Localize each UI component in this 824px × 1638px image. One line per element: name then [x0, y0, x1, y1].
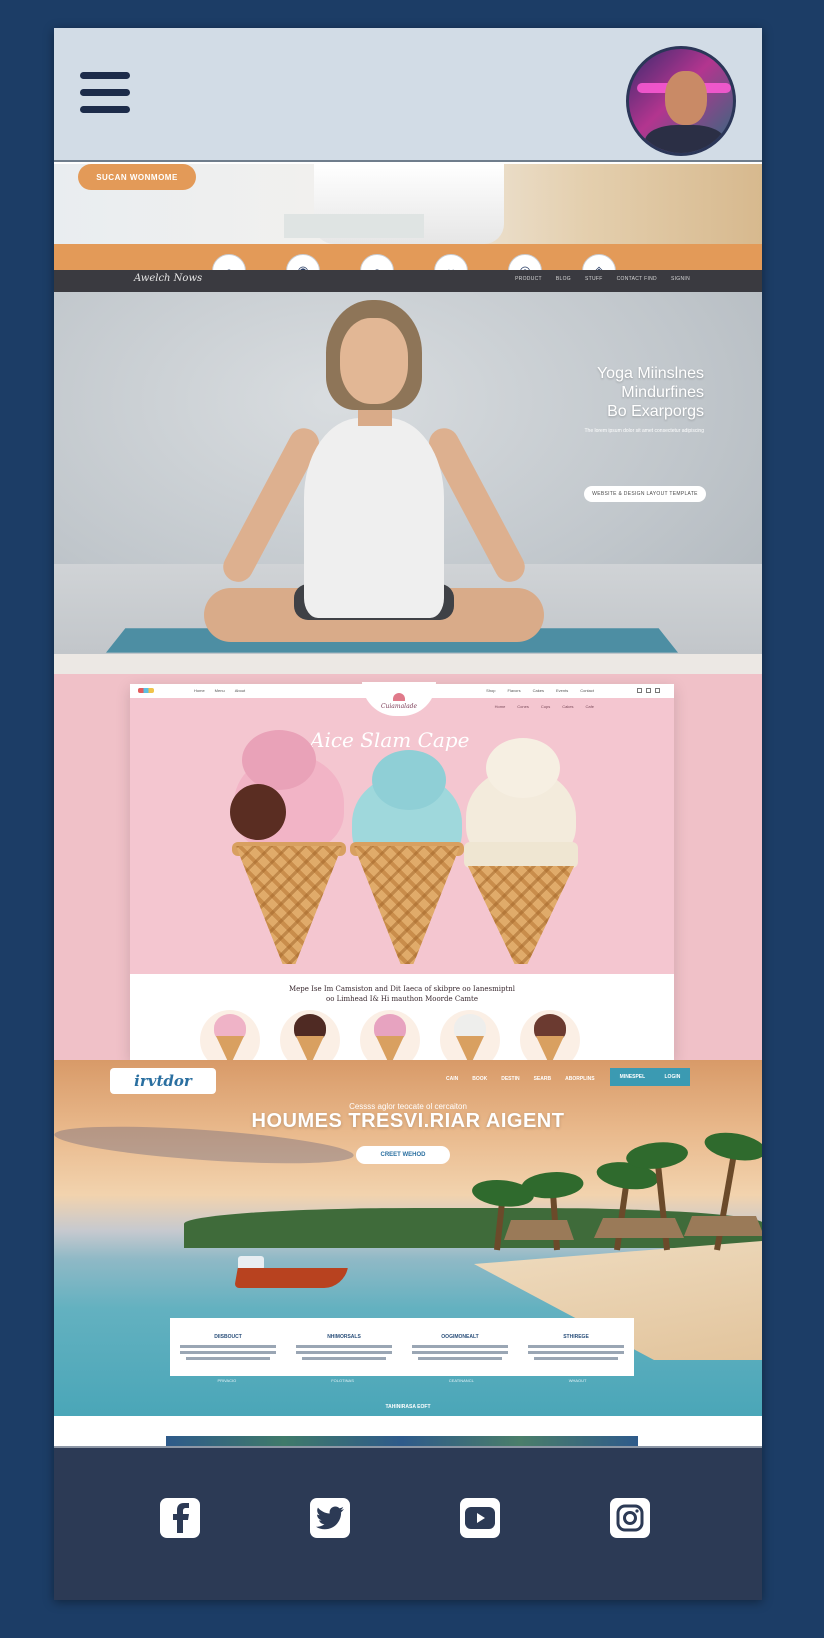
icecream-nav-link[interactable]: Cakes: [533, 688, 544, 693]
section-gap: [54, 1416, 762, 1438]
icecream-page-preview: Home Menu About Shop Flavors Cakes Event…: [130, 682, 674, 1070]
vet-hero-strip: SUCAN WONMOME: [54, 164, 762, 244]
search-icon[interactable]: [637, 688, 642, 693]
site-footer: [54, 1446, 762, 1600]
travel-feature-cards: DIISBOUCT NHIMORSALS OOGIMONEALT STHIREG…: [170, 1318, 634, 1376]
icecream-section: Home Menu About Shop Flavors Cakes Event…: [54, 674, 762, 1070]
icecream-description: Mepe Ise Im Camsiston and Dit Iaeca of s…: [288, 985, 516, 1003]
travel-cta-box[interactable]: MINESPEL LOGIN: [610, 1068, 690, 1086]
feature-card-title: DIISBOUCT: [214, 1334, 242, 1340]
page-frame: SUCAN WONMOME ● ◉ ○ ∞ ◎ ◈ Awelch Nows PR…: [54, 28, 762, 1600]
travel-nav-link[interactable]: CAIN: [446, 1076, 458, 1082]
feature-card-title: OOGIMONEALT: [441, 1334, 479, 1340]
travel-cta-label[interactable]: LOGIN: [665, 1074, 681, 1080]
vet-cta-button[interactable]: SUCAN WONMOME: [78, 164, 196, 190]
travel-footer-text: TAHINIRASA EOFT: [385, 1404, 431, 1410]
travel-logo[interactable]: irvtdor: [110, 1068, 216, 1094]
flavor-pink[interactable]: [208, 1014, 252, 1060]
feature-card[interactable]: OOGIMONEALT: [402, 1318, 518, 1376]
travel-cta-label[interactable]: MINESPEL: [620, 1074, 646, 1080]
travel-nav-link[interactable]: SEARB: [534, 1076, 552, 1082]
yoga-hero: Yoga Miinslnes Mindurfines Bo Exarporgs …: [54, 292, 762, 654]
feature-card[interactable]: NHIMORSALS: [286, 1318, 402, 1376]
yoga-cta-button[interactable]: WEBSITE & DESIGN LAYOUT TEMPLATE: [584, 486, 706, 502]
hamburger-menu-icon[interactable]: [80, 72, 130, 114]
icecream-flavor-row: [200, 1010, 588, 1070]
travel-hero: irvtdor CAIN BOOK DESTIN SEARB ABORPLINS…: [54, 1060, 762, 1416]
top-header: [54, 28, 762, 162]
icecream-nav-link[interactable]: About: [235, 688, 245, 693]
yoga-bottom-strip: [54, 654, 762, 674]
travel-footer-link[interactable]: PRIVACIO: [217, 1378, 236, 1383]
icecream-mini-logo: [138, 688, 154, 693]
icecream-cone-strawberry-chocolate: [230, 730, 348, 964]
icecream-nav-link[interactable]: Menu: [215, 688, 225, 693]
travel-footer-link[interactable]: WHAOUT: [569, 1378, 587, 1383]
travel-nav: CAIN BOOK DESTIN SEARB ABORPLINS: [446, 1076, 595, 1082]
icecream-info-panel: Mepe Ise Im Camsiston and Dit Iaeca of s…: [130, 974, 674, 1070]
icecream-logo-text: Cuiamalade: [380, 703, 418, 710]
travel-footer-links: PRIVACIO FOLOTINAS CEATINANCL WHAOUT: [170, 1378, 634, 1383]
flavor-cocoa[interactable]: [528, 1014, 572, 1060]
travel-nav-link[interactable]: BOOK: [472, 1076, 487, 1082]
icecream-nav-link[interactable]: Shop: [486, 688, 495, 693]
icecream-nav-link[interactable]: Events: [556, 688, 568, 693]
flavor-vanilla[interactable]: [448, 1014, 492, 1060]
travel-footer-link[interactable]: FOLOTINAS: [331, 1378, 354, 1383]
icecream-nav-link[interactable]: Contact: [580, 688, 594, 693]
travel-title: HOUMES TRESVI.RIAR AIGENT: [251, 1110, 565, 1132]
icecream-nav-link[interactable]: Home: [194, 688, 205, 693]
flavor-strawberry[interactable]: [368, 1014, 412, 1060]
flavor-chocolate[interactable]: [288, 1014, 332, 1060]
boat-image: [234, 1256, 356, 1290]
user-icon[interactable]: [655, 688, 660, 693]
travel-footer-link[interactable]: CEATINANCL: [449, 1378, 474, 1383]
yoga-title-line: Bo Exarporgs: [607, 403, 704, 420]
feature-card-title: STHIREGE: [563, 1334, 589, 1340]
yoga-subtitle: The lorem ipsum dolor sit amet consectet…: [584, 428, 705, 434]
yoga-title: Yoga Miinslnes Mindurfines Bo Exarporgs: [597, 364, 704, 421]
icecream-subnav-link[interactable]: Home: [495, 704, 506, 709]
twitter-icon[interactable]: [310, 1498, 350, 1538]
travel-cta-button[interactable]: CREET WEHOD: [356, 1146, 450, 1164]
vet-nav-link[interactable]: CONTACT FIND: [617, 276, 657, 282]
vet-nav-link[interactable]: PRODUCT: [515, 276, 542, 282]
icecream-cone-mint: [348, 734, 466, 964]
yoga-woman-image: [184, 300, 564, 642]
feature-card-title: NHIMORSALS: [327, 1334, 361, 1340]
vet-nav-link[interactable]: SIGNIN: [671, 276, 690, 282]
next-section-teaser: [166, 1436, 638, 1446]
travel-nav-link[interactable]: DESTIN: [501, 1076, 519, 1082]
icecream-subnav: Home Cones Cups Cakes Cafe: [495, 704, 594, 709]
icecream-logo[interactable]: Cuiamalade: [362, 682, 436, 716]
travel-nav-link[interactable]: ABORPLINS: [565, 1076, 594, 1082]
cart-icon[interactable]: [646, 688, 651, 693]
icecream-subnav-link[interactable]: Cones: [517, 704, 529, 709]
yoga-title-line: Mindurfines: [621, 384, 704, 401]
vet-nav-link[interactable]: STUFF: [585, 276, 603, 282]
facebook-icon[interactable]: [160, 1498, 200, 1538]
icecream-subnav-link[interactable]: Cups: [541, 704, 550, 709]
vet-dark-nav: Awelch Nows PRODUCT BLOG STUFF CONTACT F…: [54, 270, 762, 292]
instagram-icon[interactable]: [610, 1498, 650, 1538]
icecream-subnav-link[interactable]: Cafe: [586, 704, 594, 709]
feature-card[interactable]: STHIREGE: [518, 1318, 634, 1376]
feature-card[interactable]: DIISBOUCT: [170, 1318, 286, 1376]
vet-nav-link[interactable]: BLOG: [556, 276, 571, 282]
yoga-title-line: Yoga Miinslnes: [596, 365, 704, 382]
icecream-nav-link[interactable]: Flavors: [508, 688, 521, 693]
youtube-icon[interactable]: [460, 1498, 500, 1538]
vet-logo[interactable]: Awelch Nows: [134, 273, 202, 284]
user-avatar[interactable]: [626, 46, 736, 156]
icecream-cone-cream: [462, 734, 580, 964]
icecream-subnav-link[interactable]: Cakes: [562, 704, 573, 709]
